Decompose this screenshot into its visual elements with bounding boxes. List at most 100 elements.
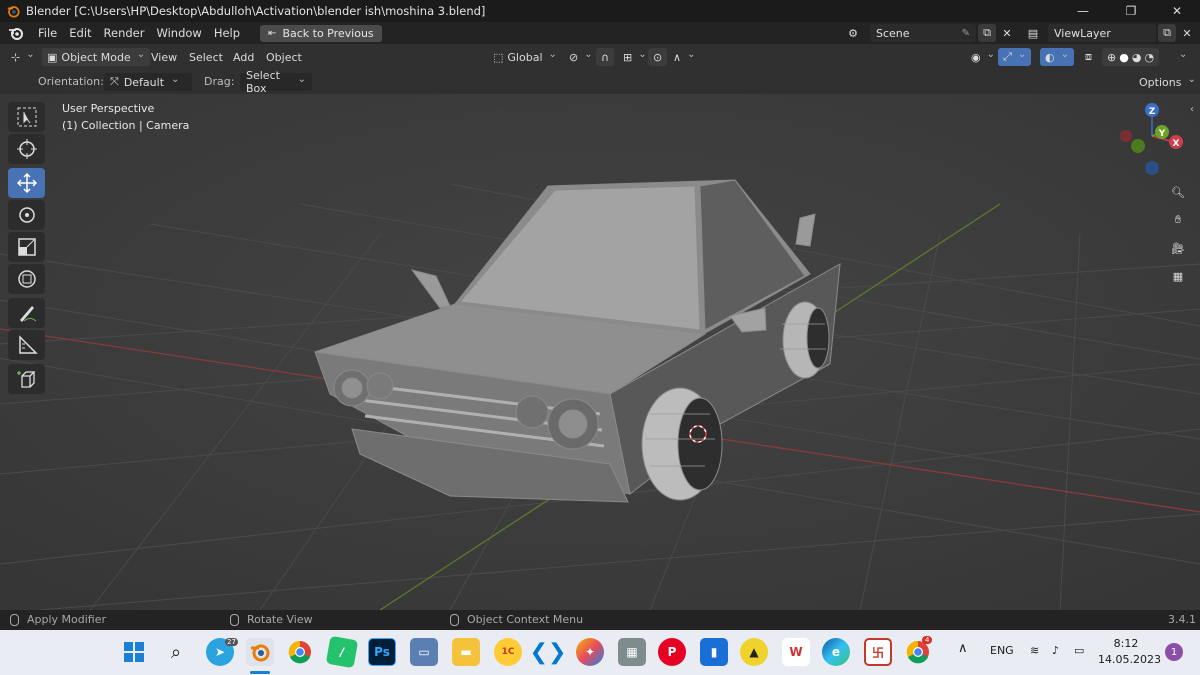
scale-tool[interactable] bbox=[8, 232, 45, 262]
snap-target-dropdown[interactable]: ⊞ bbox=[618, 48, 652, 66]
minimize-button[interactable]: — bbox=[1060, 0, 1106, 22]
viewport-scene bbox=[0, 94, 1200, 610]
select-box-icon bbox=[17, 107, 36, 127]
autocad-icon[interactable]: ▲ bbox=[740, 638, 768, 666]
mode-selector[interactable]: ▣ Object Mode bbox=[42, 48, 151, 66]
1c-app-icon[interactable]: 1C bbox=[494, 638, 522, 666]
menu-file[interactable]: File bbox=[32, 26, 63, 40]
gizmo-z-label: Z bbox=[1149, 107, 1156, 117]
drag-dropdown[interactable]: Select Box bbox=[240, 69, 312, 95]
volume-icon[interactable]: ♪ bbox=[1052, 644, 1059, 657]
scene-name: Scene bbox=[876, 26, 910, 40]
camera-view-icon[interactable]: 🎥︎ bbox=[1166, 236, 1190, 260]
view-layer-selector[interactable]: ViewLayer bbox=[1048, 24, 1156, 42]
notification-badge[interactable]: 1 bbox=[1165, 643, 1183, 661]
battery-icon[interactable]: ▭ bbox=[1074, 644, 1084, 657]
transform-tool[interactable] bbox=[8, 264, 45, 294]
new-view-layer-icon[interactable]: ⧉ bbox=[1158, 24, 1176, 42]
overlays-toggle[interactable]: ◐ bbox=[1040, 48, 1074, 66]
orientation-dropdown[interactable]: ⤧ Default bbox=[104, 73, 192, 91]
blender-menu-icon[interactable] bbox=[8, 25, 24, 41]
xray-toggle[interactable]: ⧈ bbox=[1080, 48, 1097, 66]
options-label: Options bbox=[1139, 75, 1182, 89]
photoshop-icon[interactable]: Ps bbox=[368, 638, 396, 666]
back-to-previous-button[interactable]: ⇤ Back to Previous bbox=[260, 24, 382, 42]
delete-scene-icon[interactable]: ✕ bbox=[998, 24, 1016, 42]
annotate-tool[interactable] bbox=[8, 298, 45, 328]
orientation-icon: ⬚ bbox=[493, 50, 504, 64]
menu-add[interactable]: Add bbox=[228, 48, 259, 66]
pivot-icon: ⊘ bbox=[569, 50, 579, 64]
computer-app-icon[interactable]: ▭ bbox=[410, 638, 438, 666]
pinterest-icon[interactable]: P bbox=[658, 638, 686, 666]
cursor-tool[interactable] bbox=[8, 134, 45, 164]
show-hidden-icons-icon[interactable]: ∧ bbox=[958, 641, 968, 656]
3d-viewport[interactable]: User Perspective (1) Collection | Camera bbox=[0, 94, 1200, 610]
wifi-icon[interactable]: ≋ bbox=[1030, 644, 1039, 657]
menu-help[interactable]: Help bbox=[208, 26, 246, 40]
pan-hand-icon[interactable]: ✋︎ bbox=[1166, 208, 1190, 232]
pivot-point-dropdown[interactable]: ⊘ bbox=[564, 48, 598, 66]
drag-value: Select Box bbox=[246, 69, 280, 95]
scene-icon[interactable]: ⚙ bbox=[844, 24, 862, 42]
editor-type-button[interactable]: ⊹ bbox=[6, 48, 40, 66]
pin-icon[interactable]: ✎ bbox=[962, 28, 970, 39]
select-box-tool[interactable] bbox=[8, 102, 45, 132]
wireframe-shading-icon[interactable]: ⊕ bbox=[1107, 51, 1116, 64]
new-scene-icon[interactable]: ⧉ bbox=[978, 24, 996, 42]
green-app-icon[interactable]: / bbox=[325, 635, 359, 669]
zoom-icon[interactable]: 🔍︎ bbox=[1166, 180, 1190, 204]
calculator-icon[interactable]: ▦ bbox=[618, 638, 646, 666]
overlays-icon: ◐ bbox=[1045, 50, 1055, 64]
perspective-grid-icon[interactable]: ▦ bbox=[1166, 264, 1190, 288]
gizmo-toggle[interactable]: ⤢ bbox=[998, 48, 1032, 66]
shading-options-dropdown[interactable] bbox=[1172, 48, 1192, 66]
blue-app-icon[interactable]: ▮ bbox=[700, 638, 728, 666]
solid-shading-icon[interactable]: ● bbox=[1119, 51, 1129, 64]
start-button[interactable] bbox=[120, 638, 148, 666]
visibility-dropdown[interactable]: ◉ bbox=[966, 48, 1000, 66]
view-layer-icon[interactable]: ▤ bbox=[1024, 24, 1042, 42]
menu-edit[interactable]: Edit bbox=[63, 26, 97, 40]
proportional-edit-toggle[interactable]: ⊙ bbox=[648, 48, 668, 66]
falloff-dropdown[interactable]: ∧ bbox=[668, 48, 700, 66]
search-icon[interactable]: ⌕ bbox=[162, 638, 190, 666]
vscode-icon[interactable]: ❮❯ bbox=[530, 638, 567, 666]
scene-selector[interactable]: Scene ✎ bbox=[870, 24, 976, 42]
menu-select[interactable]: Select bbox=[184, 48, 228, 66]
colorful-app-icon[interactable]: ✦ bbox=[576, 638, 604, 666]
add-cube-tool[interactable] bbox=[8, 364, 45, 394]
transform-orientation-dropdown[interactable]: ⬚ Global bbox=[488, 48, 562, 66]
object-mode-icon: ▣ bbox=[47, 50, 58, 64]
close-button[interactable]: ✕ bbox=[1154, 0, 1200, 22]
wps-icon[interactable]: W bbox=[782, 638, 810, 666]
orientation-default-icon: ⤧ bbox=[110, 75, 119, 88]
edge-icon[interactable]: e bbox=[822, 638, 850, 666]
file-explorer-icon[interactable]: ▬ bbox=[452, 638, 480, 666]
chrome-icon[interactable] bbox=[286, 638, 314, 666]
red-app-icon[interactable]: 卐 bbox=[864, 638, 892, 666]
xray-icon: ⧈ bbox=[1085, 50, 1092, 63]
blender-taskbar-icon[interactable] bbox=[246, 638, 274, 666]
menu-window[interactable]: Window bbox=[150, 26, 207, 40]
rotate-tool[interactable] bbox=[8, 200, 45, 230]
view-perspective-label: User Perspective bbox=[62, 102, 155, 115]
language-indicator[interactable]: ENG bbox=[990, 644, 1014, 657]
telegram-badge: 27 bbox=[225, 638, 238, 646]
material-shading-icon[interactable]: ◕ bbox=[1132, 51, 1142, 64]
navigation-gizmo[interactable]: Z Y X bbox=[1114, 100, 1190, 180]
menu-object[interactable]: Object bbox=[261, 48, 307, 66]
snap-toggle[interactable]: ∩ bbox=[596, 48, 615, 66]
delete-view-layer-icon[interactable]: ✕ bbox=[1178, 24, 1196, 42]
menu-view[interactable]: View bbox=[146, 48, 182, 66]
sidebar-toggle-icon[interactable]: ‹ bbox=[1190, 104, 1194, 115]
menu-render[interactable]: Render bbox=[98, 26, 151, 40]
move-tool[interactable] bbox=[8, 168, 45, 198]
system-clock[interactable]: 8:12 14.05.2023 bbox=[1098, 636, 1161, 668]
options-dropdown[interactable]: Options bbox=[1134, 73, 1200, 91]
measure-tool[interactable] bbox=[8, 330, 45, 360]
shading-modes[interactable]: ⊕ ● ◕ ◔ bbox=[1102, 48, 1160, 66]
restore-button[interactable]: ❐ bbox=[1108, 0, 1154, 22]
rendered-shading-icon[interactable]: ◔ bbox=[1144, 51, 1154, 64]
gizmo-x-label: X bbox=[1173, 139, 1180, 149]
